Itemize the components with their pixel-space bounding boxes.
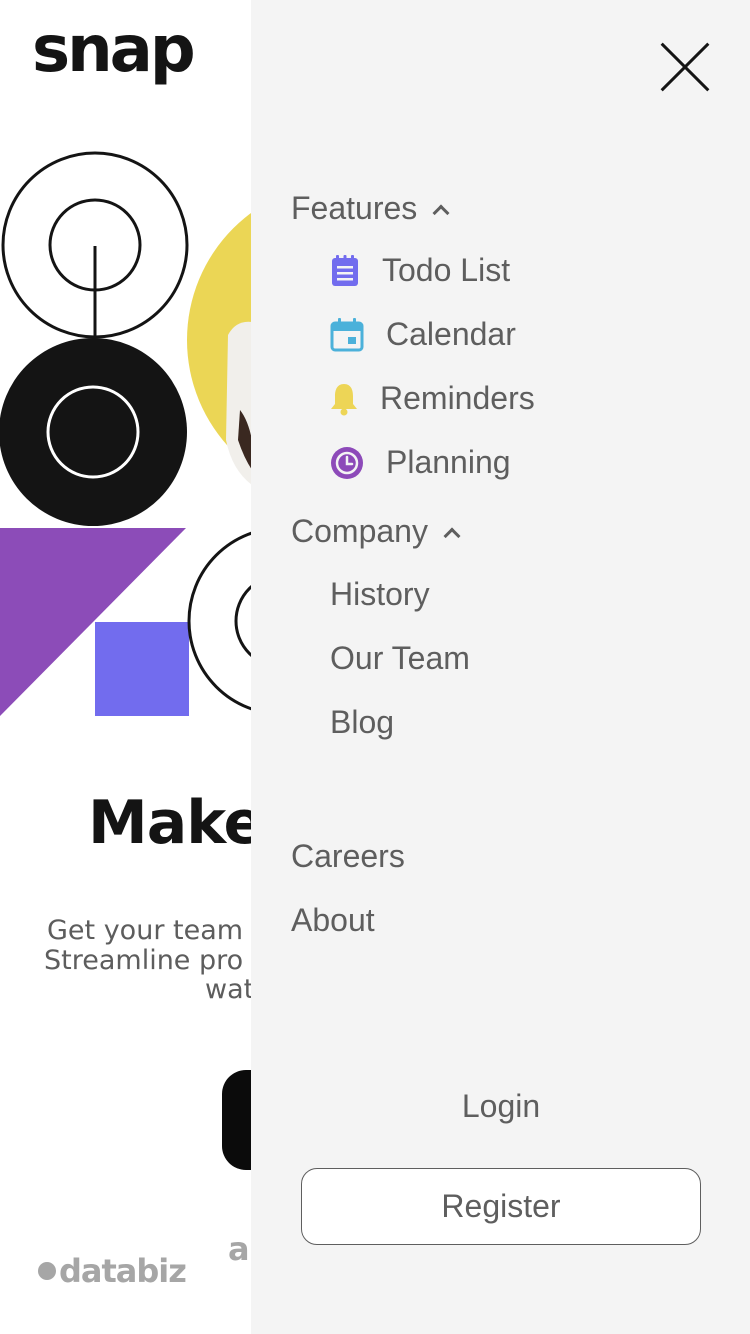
partner-logo-databiz: databiz [38, 1252, 187, 1290]
hero-illustration [0, 151, 260, 716]
nav-item-history[interactable]: History [330, 576, 430, 613]
nav-features-label: Features [291, 190, 418, 226]
nav-item-calendar[interactable]: Calendar [330, 316, 516, 353]
nav-item-blog[interactable]: Blog [330, 704, 394, 741]
nav-item-label: Reminders [380, 380, 535, 416]
nav-item-reminders[interactable]: Reminders [330, 380, 535, 417]
nav-features[interactable]: Features [291, 190, 450, 227]
nav-item-todo-list[interactable]: Todo List [330, 252, 510, 289]
databiz-dot-icon [38, 1262, 56, 1280]
hero-text-line: wat [205, 974, 255, 1005]
nav-item-label: Calendar [386, 316, 516, 352]
nav-item-label: Todo List [382, 252, 511, 288]
chevron-up-icon [432, 204, 450, 221]
nav-company[interactable]: Company [291, 513, 461, 550]
nav-careers[interactable]: Careers [291, 838, 405, 875]
todo-list-icon [332, 254, 358, 286]
nav-item-planning[interactable]: Planning [330, 444, 511, 481]
nav-item-label: Planning [386, 444, 511, 480]
nav-item-label: Our Team [330, 640, 470, 676]
login-button[interactable]: Login [301, 1088, 701, 1125]
chevron-up-icon [443, 527, 461, 544]
nav-item-label: Blog [330, 704, 395, 740]
hero-title: Make [88, 788, 264, 858]
nav-company-label: Company [291, 513, 428, 549]
nav-item-label: History [330, 576, 430, 612]
hero-text-line: Streamline pro [44, 945, 244, 976]
clock-icon [331, 446, 363, 479]
register-button-label: Register [441, 1188, 561, 1224]
calendar-icon [330, 317, 364, 351]
nav-about[interactable]: About [291, 902, 375, 939]
partner-name: databiz [59, 1252, 187, 1290]
register-button[interactable]: Register [301, 1168, 701, 1245]
bell-icon [331, 383, 357, 415]
close-icon[interactable] [656, 38, 714, 96]
partner-logo-second: a [228, 1230, 250, 1268]
hero-text-line: Get your team [47, 915, 244, 946]
snap-logo[interactable]: snap [32, 18, 196, 82]
nav-item-our-team[interactable]: Our Team [330, 640, 470, 677]
